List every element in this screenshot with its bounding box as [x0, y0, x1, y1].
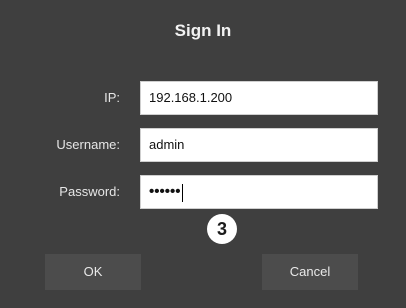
password-label: Password: [59, 184, 120, 199]
username-field[interactable]: admin [140, 128, 378, 162]
ip-field[interactable]: 192.168.1.200 [140, 81, 378, 115]
dialog-title: Sign In [174, 21, 232, 40]
cancel-button[interactable]: Cancel [262, 254, 358, 290]
ip-label: IP: [104, 90, 120, 105]
sign-in-dialog: Sign In IP: 192.168.1.200 Username: admi… [0, 0, 406, 308]
password-mask: •••••• [149, 183, 181, 200]
password-field[interactable]: •••••• [140, 175, 378, 209]
text-caret [181, 183, 183, 202]
ok-button[interactable]: OK [45, 254, 141, 290]
step-number-badge: 3 [207, 214, 237, 244]
username-label: Username: [56, 137, 120, 152]
